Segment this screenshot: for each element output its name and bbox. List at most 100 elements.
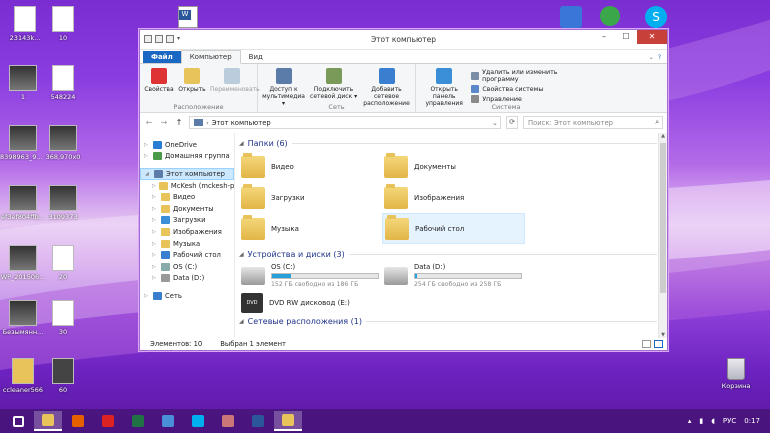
maximize-button[interactable]: ☐ <box>615 30 637 44</box>
nav-tree-item[interactable]: ▷ Музыка <box>140 238 234 250</box>
expand-icon[interactable]: ▷ <box>152 229 158 235</box>
navigation-pane[interactable]: ▷ OneDrive ▷ Домашняя группа ◢ Этот компьютер… <box>140 133 235 340</box>
address-bar[interactable]: › Этот компьютер ⌄ <box>189 116 501 129</box>
taskbar-app-button[interactable] <box>64 411 92 431</box>
chrome-icon <box>162 415 174 427</box>
nav-tree-item[interactable]: ▷ Домашняя группа <box>140 151 234 163</box>
nav-tree-item[interactable]: ◢ Этот компьютер <box>140 168 234 180</box>
expand-icon[interactable]: ▷ <box>152 183 156 189</box>
nav-tree-item[interactable]: ▷ Видео <box>140 191 234 203</box>
chevron-down-icon[interactable]: ⌄ <box>649 54 654 61</box>
document-icon <box>52 300 74 326</box>
language-indicator[interactable]: РУС <box>723 417 736 425</box>
taskbar-app-button[interactable] <box>154 411 182 431</box>
drive-item[interactable]: Data (D:) 254 ГБ свободно из 258 ГБ <box>382 260 525 291</box>
desktop-folder-icon <box>161 251 170 260</box>
expand-icon[interactable]: ▷ <box>144 293 150 299</box>
system-properties-button[interactable]: Свойства системы <box>471 85 592 93</box>
minimize-button[interactable]: – <box>593 30 615 44</box>
folder-item[interactable]: Изображения <box>382 182 525 213</box>
refresh-button[interactable]: ⟳ <box>506 116 518 129</box>
manage-button[interactable]: Управление <box>471 95 592 103</box>
desktop-icon[interactable]: 20 <box>40 245 86 281</box>
nav-tree-item[interactable]: ▷ Загрузки <box>140 215 234 227</box>
expand-icon[interactable]: ▷ <box>152 206 158 212</box>
tab-computer[interactable]: Компьютер <box>180 50 241 64</box>
desktop-icon[interactable]: 30 <box>40 300 86 336</box>
desktop-icon[interactable]: 3109373 <box>40 185 86 221</box>
forward-button[interactable]: → <box>159 118 169 127</box>
start-button[interactable] <box>4 411 32 431</box>
taskbar-app-button[interactable] <box>184 411 212 431</box>
taskbar-app-button[interactable] <box>274 411 302 431</box>
drive-item[interactable]: OS (C:) 152 ГБ свободно из 186 ГБ <box>239 260 382 291</box>
tiles-view-icon[interactable] <box>654 340 663 348</box>
nav-tree-item[interactable]: ▷ Рабочий стол <box>140 249 234 261</box>
explorer-window[interactable]: ▾ Этот компьютер – ☐ ✕ Файл Компьютер Ви… <box>139 29 668 351</box>
clock[interactable]: 0:17 <box>744 417 760 425</box>
network-section-header[interactable]: ◢ Сетевые расположения (1) <box>239 315 667 327</box>
network-icon[interactable] <box>560 6 582 28</box>
expand-icon[interactable]: ▷ <box>144 153 150 159</box>
network-header-text: Сетевые расположения (1) <box>247 316 362 326</box>
expanded-icon[interactable]: ◢ <box>145 171 151 177</box>
word-document-icon[interactable]: W <box>178 6 198 28</box>
green-globe-icon[interactable] <box>600 6 620 26</box>
folders-section-header[interactable]: ◢ Папки (6) <box>239 137 667 149</box>
taskbar-app-button[interactable] <box>244 411 272 431</box>
folder-item[interactable]: Музыка <box>239 213 382 244</box>
scroll-thumb[interactable] <box>660 143 666 293</box>
folder-item[interactable]: Загрузки <box>239 182 382 213</box>
folder-item[interactable]: Рабочий стол <box>382 213 525 244</box>
help-icon[interactable]: ? <box>658 54 661 61</box>
nav-tree-item[interactable]: ▷ Сеть <box>140 290 234 302</box>
desktop-icon[interactable]: 10 <box>40 6 86 42</box>
network-status-icon[interactable]: ▮ <box>699 417 703 425</box>
tab-view[interactable]: Вид <box>241 51 271 63</box>
desktop-icon[interactable]: 60 <box>40 358 86 394</box>
nav-tree-item[interactable]: ▷ OneDrive <box>140 139 234 151</box>
tab-file[interactable]: Файл <box>143 51 181 63</box>
skype-icon[interactable]: S <box>645 6 667 28</box>
expand-icon[interactable]: ▷ <box>144 142 150 148</box>
taskbar-app-button[interactable] <box>94 411 122 431</box>
address-dropdown-icon[interactable]: ⌄ <box>490 119 500 127</box>
nav-tree-item[interactable]: ▷ Документы <box>140 203 234 215</box>
os-drive-icon <box>241 266 265 285</box>
close-button[interactable]: ✕ <box>637 30 667 44</box>
desktop-icon[interactable]: 548224 <box>40 65 86 101</box>
scroll-up-button[interactable]: ▲ <box>659 133 667 141</box>
tray-arrow-icon[interactable]: ▴ <box>688 417 692 425</box>
expand-icon[interactable]: ▷ <box>152 194 158 200</box>
taskbar-app-button[interactable] <box>214 411 242 431</box>
back-button[interactable]: ← <box>144 118 154 127</box>
details-view-icon[interactable] <box>642 340 651 348</box>
desktop-icon[interactable]: 368,970x0 <box>40 125 86 161</box>
drives-section-header[interactable]: ◢ Устройства и диски (3) <box>239 248 667 260</box>
system-tray: ▴ ▮ ◖ РУС 0:17 <box>688 417 770 425</box>
uninstall-program-button[interactable]: Удалить или изменить программу <box>471 69 592 83</box>
taskbar-app-button[interactable] <box>34 411 62 431</box>
dvd-drive[interactable]: DVD DVD RW дисковод (E:) <box>239 291 667 315</box>
content-pane[interactable]: ◢ Папки (6) Видео Документы Загрузки Изобра… <box>235 133 667 340</box>
expand-icon[interactable]: ▷ <box>152 275 158 281</box>
folder-item[interactable]: Видео <box>239 151 382 182</box>
expand-icon[interactable]: ▷ <box>152 264 158 270</box>
taskbar: ▴ ▮ ◖ РУС 0:17 <box>0 409 770 433</box>
nav-tree-item[interactable]: ▷ Изображения <box>140 226 234 238</box>
recycle-bin[interactable]: Корзина <box>716 358 756 390</box>
nav-tree-item[interactable]: ▷ McKesh (mckesh-pc) <box>140 180 234 192</box>
nav-tree-item[interactable]: ▷ Data (D:) <box>140 273 234 285</box>
computer-icon <box>154 169 163 178</box>
up-button[interactable]: ↑ <box>174 118 184 127</box>
expand-icon[interactable]: ▷ <box>152 241 158 247</box>
title-bar[interactable]: ▾ Этот компьютер – ☐ ✕ <box>140 30 667 50</box>
expand-icon[interactable]: ▷ <box>152 217 158 223</box>
taskbar-app-button[interactable] <box>124 411 152 431</box>
folder-item[interactable]: Документы <box>382 151 525 182</box>
vertical-scrollbar[interactable]: ▲ ▼ <box>658 133 667 340</box>
expand-icon[interactable]: ▷ <box>152 252 158 258</box>
nav-tree-item[interactable]: ▷ OS (C:) <box>140 261 234 273</box>
search-input[interactable]: Поиск: Этот компьютер ⌕ <box>523 116 663 129</box>
volume-icon[interactable]: ◖ <box>711 417 715 425</box>
